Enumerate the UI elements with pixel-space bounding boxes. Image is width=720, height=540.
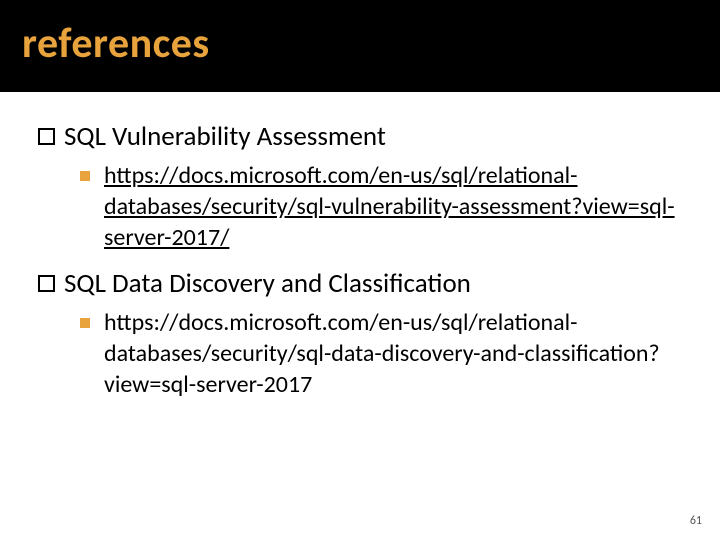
slide-title: references: [22, 18, 698, 69]
reference-link[interactable]: https://docs.microsoft.com/en-us/sql/rel…: [104, 160, 682, 254]
box-bullet-icon: [38, 128, 55, 145]
slide-number: 61: [690, 514, 702, 528]
bullet-heading: SQL Vulnerability Assessment: [64, 120, 386, 154]
slide-body: SQL Vulnerability Assessment https://doc…: [0, 92, 720, 401]
title-bar: references: [0, 0, 720, 92]
square-bullet-icon: [80, 171, 90, 181]
reference-link: https://docs.microsoft.com/en-us/sql/rel…: [104, 307, 682, 401]
bullet-heading: SQL Data Discovery and Classification: [64, 267, 471, 301]
sub-bullet-item-1: https://docs.microsoft.com/en-us/sql/rel…: [38, 160, 682, 254]
bullet-item-2: SQL Data Discovery and Classification: [38, 267, 682, 301]
slide: references SQL Vulnerability Assessment …: [0, 0, 720, 540]
square-bullet-icon: [80, 318, 90, 328]
bullet-item-1: SQL Vulnerability Assessment: [38, 120, 682, 154]
sub-bullet-item-2: https://docs.microsoft.com/en-us/sql/rel…: [38, 307, 682, 401]
box-bullet-icon: [38, 275, 55, 292]
